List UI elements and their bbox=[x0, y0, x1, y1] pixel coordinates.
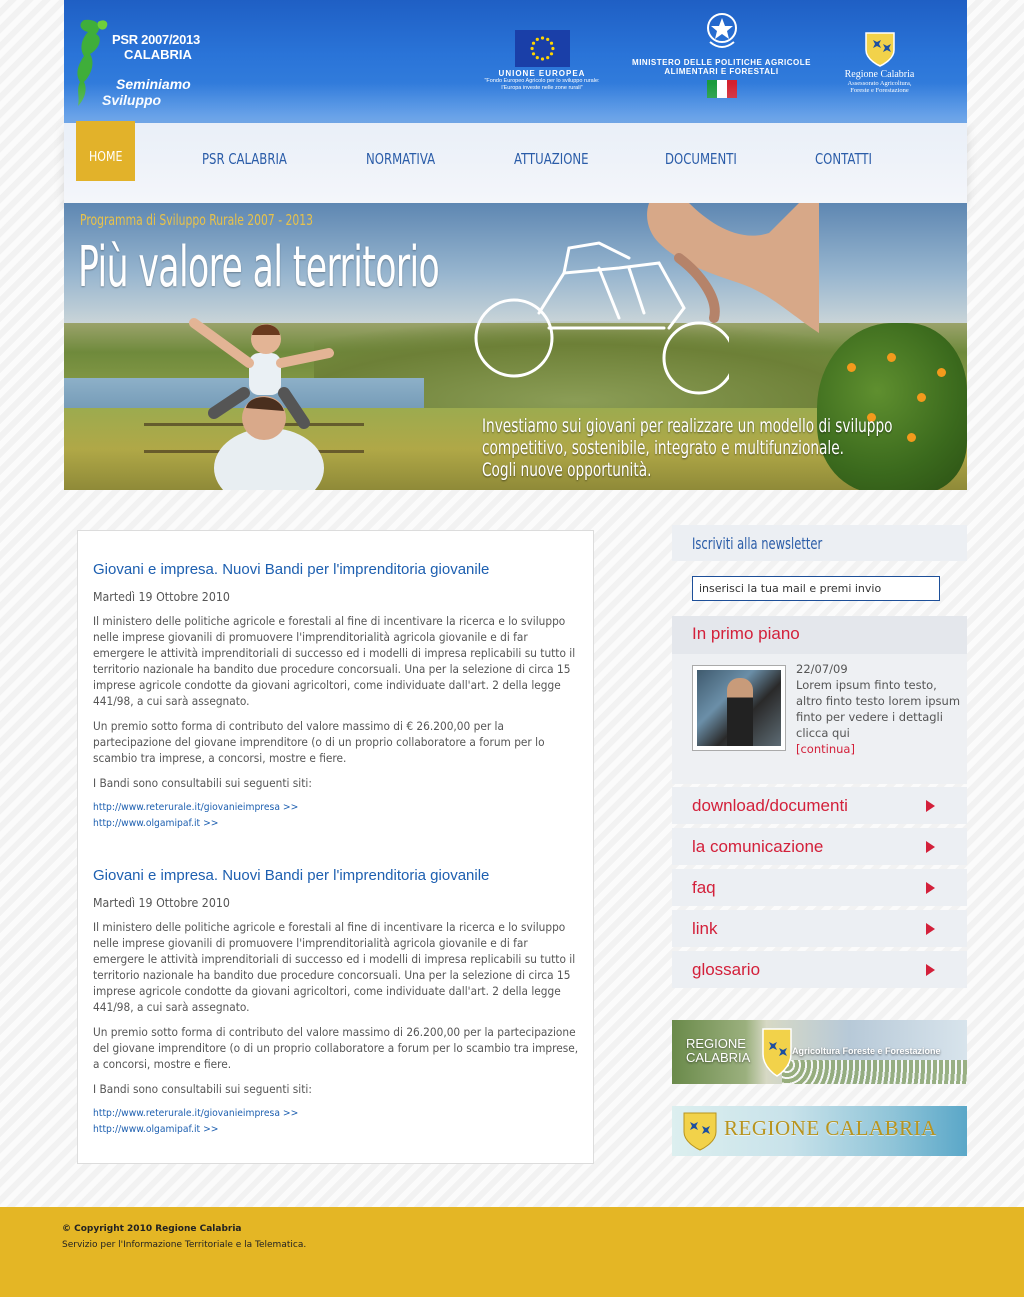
region-logo-title: Regione Calabria bbox=[844, 69, 915, 80]
arrow-right-icon bbox=[926, 923, 935, 935]
newsletter-title: Iscriviti alla newsletter bbox=[692, 534, 823, 553]
ministry-logo[interactable]: MINISTERO DELLE POLITICHE AGRICOLE ALIME… bbox=[624, 10, 819, 105]
family-photo-image bbox=[189, 318, 334, 490]
flowers-field-image bbox=[782, 1060, 967, 1084]
newsletter-email-input[interactable] bbox=[692, 576, 940, 601]
news-article: Giovani e impresa. Nuovi Bandi per l'imp… bbox=[93, 561, 583, 832]
psr-logo[interactable]: PSR 2007/2013 CALABRIA Seminiamo Svilupp… bbox=[70, 10, 200, 110]
psr-logo-line3: Seminiamo bbox=[116, 76, 191, 92]
nav-home[interactable]: HOME bbox=[76, 121, 136, 181]
article-paragraph: Il ministero delle politiche agricole e … bbox=[93, 920, 576, 1014]
sidebar-link-label: link bbox=[692, 919, 718, 938]
primo-piano-box: In primo piano 22/07/09 Lorem ipsum fint… bbox=[672, 616, 967, 784]
nav-normativa[interactable]: NORMATIVA bbox=[366, 123, 435, 181]
eu-logo-title: UNIONE EUROPEA bbox=[498, 69, 586, 78]
sidebar-link-label: download/documenti bbox=[692, 796, 848, 815]
region-logo-line1: Assessorato Agricoltura, bbox=[847, 80, 912, 87]
regione-banner-line1: REGIONE bbox=[686, 1036, 746, 1051]
calabria-crest-icon bbox=[683, 1112, 717, 1151]
regione-agricoltura-banner[interactable]: REGIONE CALABRIA Agricoltura Foreste e F… bbox=[672, 1020, 967, 1084]
news-panel: Giovani e impresa. Nuovi Bandi per l'imp… bbox=[77, 530, 594, 1164]
person-photo-image bbox=[697, 670, 781, 746]
footer-copyright: © Copyright 2010 Regione Calabria bbox=[62, 1224, 242, 1234]
arrow-right-icon bbox=[926, 841, 935, 853]
primo-piano-content: 22/07/09 Lorem ipsum finto testo, altro … bbox=[796, 661, 961, 757]
region-logo[interactable]: Regione Calabria Assessorato Agricoltura… bbox=[832, 30, 927, 105]
nav-attuazione[interactable]: ATTUAZIONE bbox=[514, 123, 589, 181]
page-wrapper: PSR 2007/2013 CALABRIA Seminiamo Svilupp… bbox=[64, 0, 967, 490]
article-paragraph: I Bandi sono consultabili sui seguenti s… bbox=[93, 1082, 312, 1096]
eu-logo-line1: "Fondo Europeo Agricolo per lo sviluppo … bbox=[484, 78, 600, 84]
banner-tagline-line3: Cogli nuove opportunità. bbox=[482, 459, 652, 481]
banner-tagline-line2: competitivo, sostenibile, integrato e mu… bbox=[482, 437, 844, 459]
sidebar-link-faq[interactable]: faq bbox=[672, 869, 967, 906]
site-header: PSR 2007/2013 CALABRIA Seminiamo Svilupp… bbox=[64, 0, 967, 123]
ministry-logo-line1: MINISTERO DELLE POLITICHE AGRICOLE bbox=[632, 58, 811, 67]
calabria-crest-icon bbox=[864, 32, 895, 67]
hero-banner: Programma di Sviluppo Rurale 2007 - 2013… bbox=[64, 203, 967, 490]
sidebar-link-comunicazione[interactable]: la comunicazione bbox=[672, 828, 967, 865]
arrow-right-icon bbox=[926, 882, 935, 894]
main-nav: HOME PSR CALABRIA NORMATIVA ATTUAZIONE D… bbox=[64, 121, 967, 203]
primo-piano-thumbnail[interactable] bbox=[692, 665, 786, 751]
article-link-olgamipaf[interactable]: http://www.olgamipaf.it >> bbox=[93, 1122, 544, 1138]
primo-piano-text: Lorem ipsum finto testo, altro finto tes… bbox=[796, 678, 961, 740]
sidebar-link-glossario[interactable]: glossario bbox=[672, 951, 967, 988]
hand-image bbox=[647, 203, 819, 333]
psr-logo-line1: PSR 2007/2013 bbox=[112, 32, 200, 47]
article-paragraph: I Bandi sono consultabili sui seguenti s… bbox=[93, 776, 312, 790]
regione-banner-label: REGIONE CALABRIA bbox=[686, 1037, 750, 1065]
italian-emblem-icon bbox=[706, 13, 737, 48]
article-link-olgamipaf[interactable]: http://www.olgamipaf.it >> bbox=[93, 816, 544, 832]
article-paragraph: Un premio sotto forma di contributo del … bbox=[93, 1025, 579, 1071]
site-footer: © Copyright 2010 Regione Calabria Serviz… bbox=[0, 1207, 1024, 1297]
footer-service: Servizio per l'Informazione Territoriale… bbox=[62, 1240, 307, 1250]
calabria-leaf-icon bbox=[77, 19, 108, 107]
article-paragraph: Un premio sotto forma di contributo del … bbox=[93, 719, 545, 765]
eu-logo[interactable]: UNIONE EUROPEA "Fondo Europeo Agricolo p… bbox=[462, 30, 622, 105]
article-date: Martedì 19 Ottobre 2010 bbox=[93, 896, 230, 910]
banner-tagline: Investiamo sui giovani per realizzare un… bbox=[482, 415, 893, 481]
nav-home-label: HOME bbox=[88, 150, 123, 165]
primo-piano-date: 22/07/09 bbox=[796, 662, 848, 676]
nav-psr-calabria[interactable]: PSR CALABRIA bbox=[202, 123, 287, 181]
article-paragraph: Il ministero delle politiche agricole e … bbox=[93, 614, 576, 708]
article-title-link[interactable]: Giovani e impresa. Nuovi Bandi per l'imp… bbox=[93, 561, 583, 578]
continua-link[interactable]: [continua] bbox=[796, 741, 961, 757]
nav-documenti[interactable]: DOCUMENTI bbox=[665, 123, 737, 181]
sidebar-link-label: la comunicazione bbox=[692, 837, 824, 856]
sidebar-link-link[interactable]: link bbox=[672, 910, 967, 947]
eu-flag-icon bbox=[514, 30, 570, 67]
banner-title: Più valore al territorio bbox=[78, 235, 440, 300]
arrow-right-icon bbox=[926, 800, 935, 812]
sidebar-link-download-documenti[interactable]: download/documenti bbox=[672, 787, 967, 824]
regione-calabria-banner[interactable]: REGIONE CALABRIA bbox=[672, 1106, 967, 1156]
italian-flag-icon bbox=[706, 80, 737, 98]
regione-calabria-text: REGIONE CALABRIA bbox=[724, 1116, 937, 1140]
sidebar-links: download/documenti la comunicazione faq … bbox=[672, 787, 967, 992]
agricoltura-caption: Agricoltura Foreste e Forestazione bbox=[792, 1046, 941, 1056]
newsletter-header: Iscriviti alla newsletter bbox=[672, 525, 967, 561]
psr-logo-line4: Sviluppo bbox=[102, 92, 162, 108]
article-link-reterurale[interactable]: http://www.reterurale.it/giovanieimpresa… bbox=[93, 1106, 544, 1122]
region-logo-line2: Foreste e Forestazione bbox=[850, 87, 909, 94]
calabria-crest-icon bbox=[762, 1028, 792, 1077]
primo-piano-title: In primo piano bbox=[672, 616, 967, 654]
sidebar: Iscriviti alla newsletter In primo piano… bbox=[672, 525, 967, 1156]
regione-banner-line2: CALABRIA bbox=[686, 1050, 751, 1065]
news-article: Giovani e impresa. Nuovi Bandi per l'imp… bbox=[93, 867, 583, 1138]
nav-contatti[interactable]: CONTATTI bbox=[815, 123, 872, 181]
article-date: Martedì 19 Ottobre 2010 bbox=[93, 590, 230, 604]
psr-logo-line2: CALABRIA bbox=[124, 47, 192, 62]
article-title-link[interactable]: Giovani e impresa. Nuovi Bandi per l'imp… bbox=[93, 867, 583, 884]
ministry-logo-line2: ALIMENTARI E FORESTALI bbox=[664, 67, 779, 76]
eu-logo-line2: l'Europa investe nelle zone rurali" bbox=[501, 85, 583, 91]
banner-subtitle: Programma di Sviluppo Rurale 2007 - 2013 bbox=[80, 211, 314, 229]
article-link-reterurale[interactable]: http://www.reterurale.it/giovanieimpresa… bbox=[93, 800, 544, 816]
sidebar-link-label: glossario bbox=[692, 960, 761, 979]
banner-tagline-line1: Investiamo sui giovani per realizzare un… bbox=[482, 415, 893, 437]
sidebar-link-label: faq bbox=[692, 878, 716, 897]
arrow-right-icon bbox=[926, 964, 935, 976]
